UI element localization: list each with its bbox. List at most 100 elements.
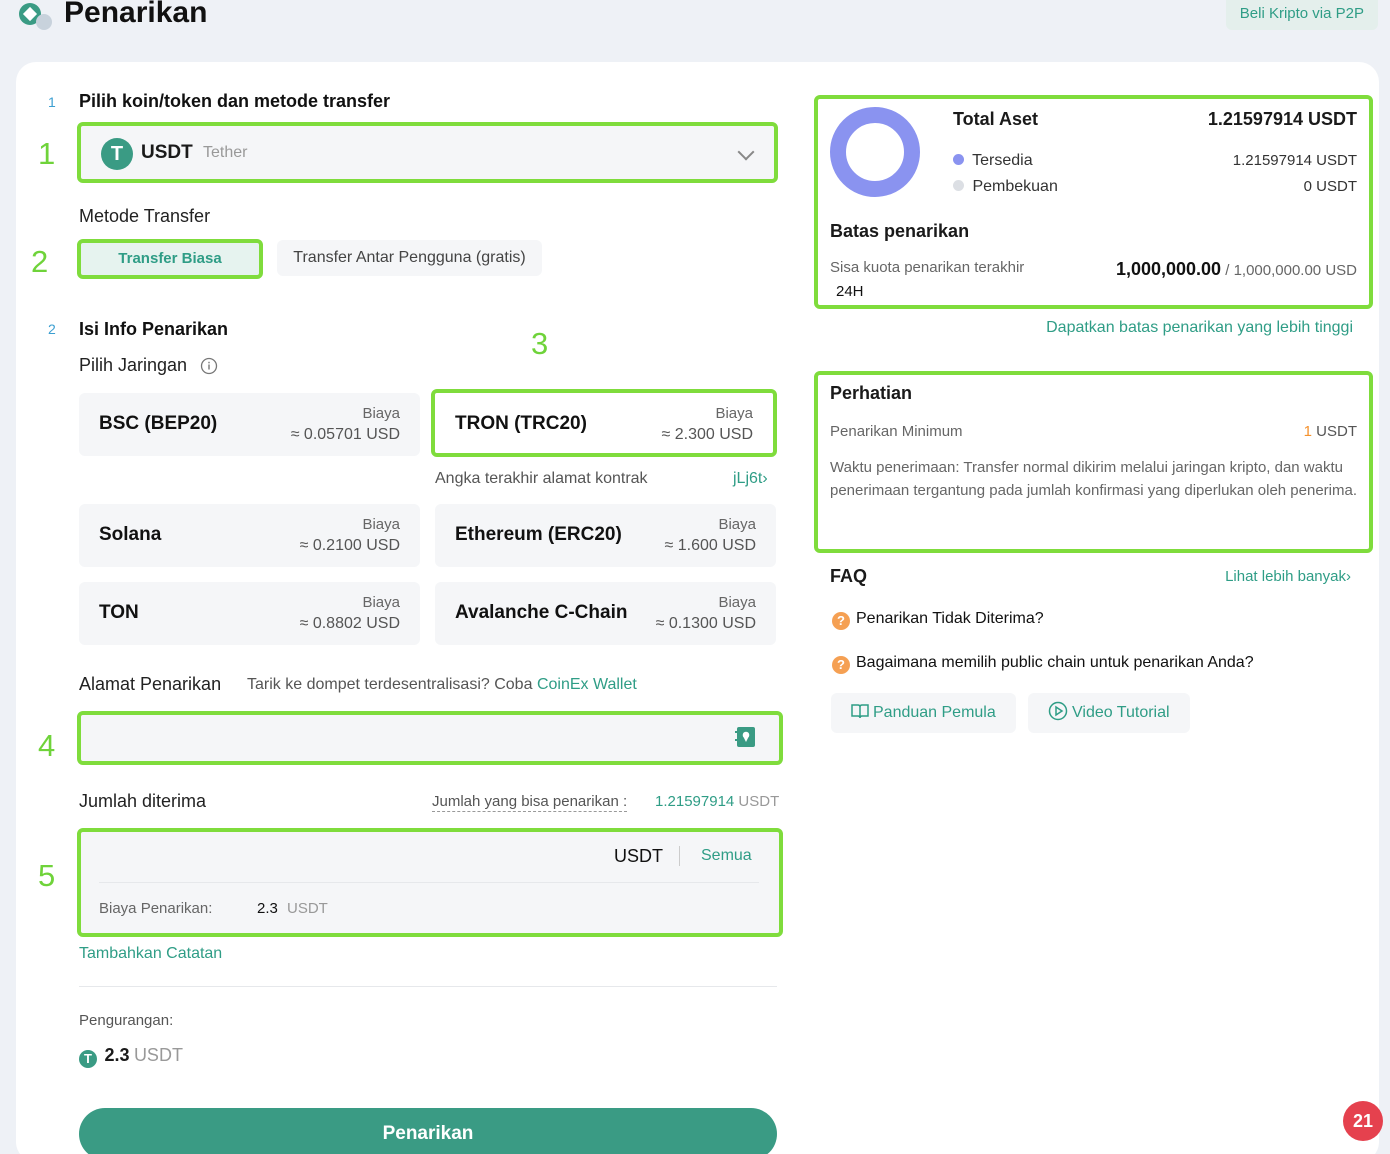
add-note-link[interactable]: Tambahkan Catatan <box>79 945 222 963</box>
withdraw-logo-icon <box>19 3 52 30</box>
book-icon <box>851 704 869 719</box>
amount-label: Jumlah diterima <box>79 791 207 811</box>
network-fee-label: Biaya <box>362 516 400 533</box>
total-asset-label: Total Aset <box>953 109 1039 129</box>
network-name: TRON (TRC20) <box>455 413 587 434</box>
network-fee-label: Biaya <box>362 594 400 611</box>
deduction-unit: USDT <box>133 1045 183 1065</box>
step-1-title: Pilih koin/token dan metode transfer <box>79 91 391 111</box>
min-withdraw: 1 USDT <box>1304 423 1357 440</box>
tab-transfer-normal[interactable]: Transfer Biasa <box>77 239 263 279</box>
upgrade-limit-link[interactable]: Dapatkan batas penarikan yang lebih ting… <box>1046 319 1353 337</box>
coinex-wallet-link[interactable]: CoinEx Wallet <box>537 676 637 693</box>
section-divider <box>79 986 777 987</box>
limit-title: Batas penarikan <box>830 221 970 241</box>
quota-value: 1,000,000.00 <box>1115 259 1222 279</box>
p2p-button[interactable]: Beli Kripto via P2P <box>1225 0 1378 30</box>
contract-label: Angka terakhir alamat kontrak <box>435 470 648 487</box>
deduction-amount: T 2.3 USDT <box>79 1045 183 1068</box>
quota-period: 24H <box>836 283 864 300</box>
deduction-label: Pengurangan: <box>79 1012 174 1029</box>
fee-value: 2.3 <box>257 900 278 917</box>
network-option-avalanche[interactable]: Avalanche C-Chain Biaya ≈ 0.1300 USD <box>435 582 776 645</box>
contract-link[interactable]: jLj6t› <box>733 470 768 488</box>
faq-question: Penarikan Tidak Diterima? <box>856 610 1044 627</box>
amount-divider <box>679 846 680 866</box>
coin-symbol: USDT <box>141 142 193 163</box>
min-withdraw-unit: USDT <box>1316 423 1357 440</box>
annotation-1: 1 <box>38 136 56 171</box>
page-title: Penarikan <box>64 0 208 29</box>
fee-unit: USDT <box>287 900 328 917</box>
video-tutorial-label: Video Tutorial <box>1072 704 1170 721</box>
annotation-5: 5 <box>38 858 56 893</box>
quota-label: Sisa kuota penarikan terakhir <box>830 259 1025 276</box>
faq-item[interactable]: ? Bagaimana memilih public chain untuk pe… <box>832 654 1254 674</box>
total-asset-value: 1.21597914 USDT <box>1207 109 1357 129</box>
step-2-title: Isi Info Penarikan <box>79 319 229 339</box>
network-fee: ≈ 0.05701 USD <box>290 426 400 443</box>
network-fee-label: Biaya <box>718 516 756 533</box>
available-legend: Tersedia <box>953 152 1033 170</box>
annotation-2: 2 <box>31 244 49 279</box>
video-tutorial-button[interactable]: Video Tutorial <box>1028 693 1190 733</box>
network-fee-label: Biaya <box>715 405 753 422</box>
asset-panel: Total Aset 1.21597914 USDT Tersedia 1.21… <box>814 95 1373 309</box>
network-option-ton[interactable]: TON Biaya ≈ 0.8802 USD <box>79 582 420 645</box>
top-bar: Penarikan Beli Kripto via P2P <box>0 0 1390 60</box>
min-withdraw-label: Penarikan Minimum <box>830 423 963 440</box>
all-button[interactable]: Semua <box>701 847 752 865</box>
chevron-down-icon <box>737 143 755 161</box>
address-label: Alamat Penarikan <box>79 674 222 694</box>
chevron-right-icon: › <box>1346 568 1351 585</box>
network-name: Ethereum (ERC20) <box>455 524 622 545</box>
faq-more-label: Lihat lebih banyak <box>1225 568 1346 585</box>
network-name: Avalanche C-Chain <box>455 602 628 623</box>
faq-item[interactable]: ? Penarikan Tidak Diterima? <box>832 610 1044 630</box>
amount-input[interactable]: USDT Semua Biaya Penarikan: 2.3 USDT <box>77 828 783 937</box>
network-fee: ≈ 2.300 USD <box>661 426 754 443</box>
question-icon: ? <box>832 656 850 674</box>
address-hint: Tarik ke dompet terdesentralisasi? Coba … <box>247 676 637 694</box>
faq-more-link[interactable]: Lihat lebih banyak› <box>1225 568 1351 585</box>
transfer-method-label: Metode Transfer <box>79 206 211 226</box>
quota-values: 1,000,000.00 / 1,000,000.00 USD <box>1116 259 1357 280</box>
play-icon <box>1048 701 1068 721</box>
network-option-bsc[interactable]: BSC (BEP20) Biaya ≈ 0.05701 USD <box>79 393 420 456</box>
available-dot-icon <box>953 154 964 165</box>
notice-panel: Perhatian Penarikan Minimum 1 USDT Waktu… <box>814 371 1373 553</box>
chevron-right-icon: › <box>762 470 768 487</box>
amount-separator <box>99 882 759 883</box>
network-option-tron[interactable]: TRON (TRC20) Biaya ≈ 2.300 USD <box>431 389 777 457</box>
available-value: 1.21597914 <box>655 793 735 810</box>
withdraw-card: 1 2 3 4 5 1 Pilih koin/token dan metode … <box>16 62 1379 1154</box>
address-hint-text: Tarik ke dompet terdesentralisasi? Coba <box>247 676 533 693</box>
tab-transfer-internal[interactable]: Transfer Antar Pengguna (gratis) <box>277 240 542 276</box>
coin-select[interactable]: T USDT Tether <box>77 122 778 183</box>
network-fee: ≈ 0.1300 USD <box>655 615 756 632</box>
asset-ring-chart <box>830 107 920 197</box>
beginner-guide-button[interactable]: Panduan Pemula <box>831 693 1016 733</box>
fee-label: Biaya Penarikan: <box>99 900 213 917</box>
amount-unit: USDT <box>614 846 663 866</box>
network-option-solana[interactable]: Solana Biaya ≈ 0.2100 USD <box>79 504 420 567</box>
step-1-number: 1 <box>48 94 56 110</box>
address-input[interactable] <box>77 711 783 765</box>
frozen-asset-value: 0 USDT <box>1303 178 1357 195</box>
notification-badge[interactable]: 21 <box>1343 1101 1383 1141</box>
withdraw-submit-button[interactable]: Penarikan <box>79 1108 777 1154</box>
frozen-legend: Pembekuan <box>953 178 1058 196</box>
network-fee: ≈ 0.2100 USD <box>299 537 400 554</box>
faq-title: FAQ <box>830 566 868 586</box>
annotation-4: 4 <box>38 728 56 763</box>
network-option-ethereum[interactable]: Ethereum (ERC20) Biaya ≈ 1.600 USD <box>435 504 776 567</box>
step-2-number: 2 <box>48 321 56 337</box>
address-book-icon[interactable] <box>735 725 757 749</box>
notice-title: Perhatian <box>830 383 913 403</box>
coin-name: Tether <box>203 144 248 161</box>
network-name: TON <box>99 602 139 623</box>
faq-question: Bagaimana memilih public chain untuk pen… <box>856 654 1254 671</box>
contract-value: jLj6t <box>733 470 763 487</box>
info-icon[interactable] <box>200 357 218 375</box>
available-asset-value: 1.21597914 USDT <box>1232 152 1357 169</box>
